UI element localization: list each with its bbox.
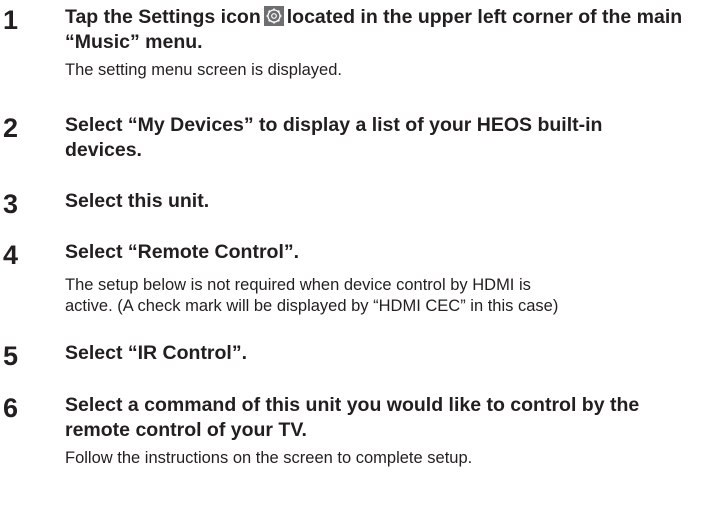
step-heading: Select “IR Control”.	[65, 342, 248, 364]
step-description: The setting menu screen is displayed.	[65, 61, 342, 79]
description-line-1: The setup below is not required when dev…	[65, 276, 531, 294]
settings-icon	[263, 6, 284, 26]
step-number: 3	[3, 189, 19, 219]
heading-text-part1: Tap the Settings icon	[65, 6, 261, 28]
description-line-2: active. (A check mark will be displayed …	[65, 297, 559, 315]
step-description: Follow the instructions on the screen to…	[65, 449, 473, 467]
step-heading: Tap the Settings icon located in the uppe…	[65, 5, 697, 55]
step-heading: Select “Remote Control”.	[65, 241, 300, 263]
step-number: 4	[3, 240, 19, 270]
step-number: 6	[3, 393, 19, 423]
step-heading: Select “My Devices” to display a list of…	[65, 114, 603, 161]
step-heading: Select a command of this unit you would …	[65, 394, 640, 441]
step-number: 2	[3, 113, 19, 143]
step-number: 5	[3, 341, 19, 371]
step-heading: Select this unit.	[65, 190, 210, 212]
step-number: 1	[3, 5, 19, 35]
step-description: The setup below is not required when dev…	[65, 275, 700, 317]
